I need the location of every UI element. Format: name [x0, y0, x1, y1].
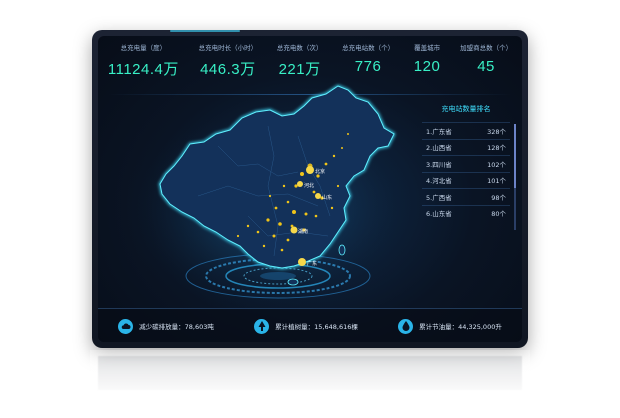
ranking-count: 328个	[487, 127, 506, 136]
bottom-summary-bar: 减少碳排放量：78,603吨 累计植树量：15,648,616棵 累计节油量：4…	[98, 308, 522, 342]
summary-fuel: 累计节油量：44,325,000升	[398, 318, 502, 334]
hainan-island	[287, 278, 299, 286]
summary-trees: 累计植树量：15,648,616棵	[254, 318, 358, 334]
ranking-name: 1.广东省	[426, 127, 452, 136]
map-label-shandong: 山东	[322, 194, 332, 201]
ranking-row[interactable]: 6.山东省 80个	[422, 204, 510, 222]
ranking-count: 102个	[487, 160, 506, 169]
ranking-name: 4.河北省	[426, 177, 452, 186]
map-label-hunan: 湖南	[298, 228, 308, 235]
ranking-count: 80个	[491, 210, 506, 219]
ranking-row[interactable]: 5.广西省 98个	[422, 188, 510, 205]
summary-carbon: 减少碳排放量：78,603吨	[118, 318, 214, 334]
ranking-name: 5.广西省	[426, 193, 452, 202]
ranking-scrollbar-thumb[interactable]	[514, 124, 516, 188]
drop-icon	[398, 318, 414, 334]
ranking-count: 101个	[487, 177, 506, 186]
dashboard-screen: 总充电量（度） 11124.4万 总充电时长（小时） 446.3万 总充电数（次…	[98, 36, 522, 342]
reflection-fade	[90, 350, 530, 410]
ranking-name: 3.四川省	[426, 160, 452, 169]
tree-icon	[254, 318, 270, 334]
map-label-hebei: 河北	[304, 182, 314, 189]
ranking-row[interactable]: 4.河北省 101个	[422, 171, 510, 189]
cloud-icon	[118, 318, 134, 334]
summary-fuel-text: 累计节油量：44,325,000升	[419, 323, 502, 331]
ranking-count: 128个	[487, 144, 506, 153]
ranking-name: 2.山西省	[426, 144, 452, 153]
ranking-row[interactable]: 3.四川省 102个	[422, 155, 510, 172]
ranking-row[interactable]: 2.山西省 128个	[422, 138, 510, 156]
camera-highlight	[170, 30, 240, 32]
summary-trees-text: 累计植树量：15,648,616棵	[275, 323, 358, 331]
summary-carbon-text: 减少碳排放量：78,603吨	[139, 323, 214, 331]
map-label-beijing: 北京	[315, 168, 325, 175]
station-ranking-panel: 充电站数量排名 1.广东省 328个 2.山西省 128个 3.四川省 102个…	[422, 104, 516, 230]
ranking-name: 6.山东省	[426, 210, 452, 219]
ranking-row[interactable]: 1.广东省 328个	[422, 122, 510, 139]
ranking-count: 98个	[491, 193, 506, 202]
ranking-title: 充电站数量排名	[441, 105, 491, 113]
taiwan-island	[338, 244, 346, 256]
map-label-guangdong: 广东	[307, 260, 317, 267]
